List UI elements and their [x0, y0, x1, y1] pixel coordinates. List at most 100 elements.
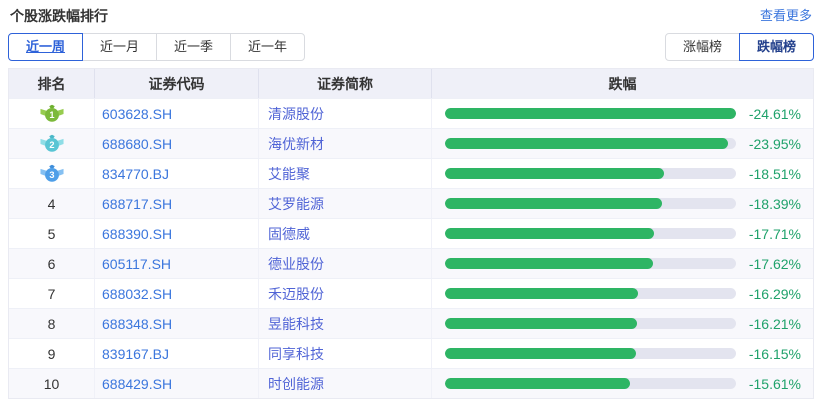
rank-number: 9 — [9, 339, 95, 368]
stock-name-link[interactable]: 艾能聚 — [259, 159, 432, 188]
tab-last-month[interactable]: 近一月 — [82, 33, 157, 61]
bar-track — [445, 108, 736, 119]
change-percent: -16.21% — [749, 316, 801, 332]
rank-number: 5 — [9, 219, 95, 248]
bar-track — [445, 378, 736, 389]
stock-code-link[interactable]: 688429.SH — [95, 369, 259, 398]
rank-number: 8 — [9, 309, 95, 338]
rank-number: 4 — [9, 189, 95, 218]
table-row[interactable]: 1 603628.SH 清源股份 -24.61% — [9, 98, 813, 128]
stock-code-link[interactable]: 605117.SH — [95, 249, 259, 278]
stock-name-link[interactable]: 清源股份 — [259, 99, 432, 128]
rank-cell: 1 — [9, 99, 95, 128]
svg-text:3: 3 — [49, 170, 54, 180]
bar-track — [445, 318, 736, 329]
bar-fill — [445, 288, 638, 299]
svg-text:2: 2 — [49, 140, 54, 150]
bar-fill — [445, 348, 636, 359]
table-row[interactable]: 9 839167.BJ 同享科技 -16.15% — [9, 338, 813, 368]
rank-1-medal-icon: 1 — [40, 104, 64, 123]
tab-losers[interactable]: 跌幅榜 — [739, 33, 814, 61]
rank-3-medal-icon: 3 — [40, 164, 64, 183]
table-row[interactable]: 7 688032.SH 禾迈股份 -16.29% — [9, 278, 813, 308]
stock-name-link[interactable]: 昱能科技 — [259, 309, 432, 338]
page-header: 个股涨跌幅排行 查看更多 — [0, 0, 822, 25]
bar-track — [445, 288, 736, 299]
change-percent: -15.61% — [749, 376, 801, 392]
table-row[interactable]: 2 688680.SH 海优新材 -23.95% — [9, 128, 813, 158]
stock-code-link[interactable]: 603628.SH — [95, 99, 259, 128]
bar-fill — [445, 318, 637, 329]
bar-track — [445, 258, 736, 269]
table-row[interactable]: 6 605117.SH 德业股份 -17.62% — [9, 248, 813, 278]
stock-name-link[interactable]: 德业股份 — [259, 249, 432, 278]
table-row[interactable]: 5 688390.SH 固德威 -17.71% — [9, 218, 813, 248]
change-percent: -24.61% — [749, 106, 801, 122]
bar-fill — [445, 378, 630, 389]
stock-code-link[interactable]: 688348.SH — [95, 309, 259, 338]
stock-name-link[interactable]: 同享科技 — [259, 339, 432, 368]
stock-name-link[interactable]: 海优新材 — [259, 129, 432, 158]
bar-fill — [445, 198, 662, 209]
table-body: 1 603628.SH 清源股份 -24.61% 2 688680.SH — [9, 98, 813, 398]
ranking-table: 排名 证券代码 证券简称 跌幅 1 603628.SH 清源股份 -24.61% — [8, 68, 814, 399]
stock-name-link[interactable]: 时创能源 — [259, 369, 432, 398]
table-header-row: 排名 证券代码 证券简称 跌幅 — [9, 69, 813, 98]
bar-fill — [445, 168, 664, 179]
rank-number: 6 — [9, 249, 95, 278]
change-percent: -18.51% — [749, 166, 801, 182]
change-cell: -16.21% — [432, 309, 813, 338]
change-cell: -18.39% — [432, 189, 813, 218]
table-row[interactable]: 3 834770.BJ 艾能聚 -18.51% — [9, 158, 813, 188]
change-percent: -23.95% — [749, 136, 801, 152]
rank-cell: 2 — [9, 129, 95, 158]
bar-track — [445, 138, 736, 149]
change-percent: -17.62% — [749, 256, 801, 272]
stock-code-link[interactable]: 688717.SH — [95, 189, 259, 218]
change-cell: -17.62% — [432, 249, 813, 278]
view-more-link[interactable]: 查看更多 — [760, 7, 812, 25]
svg-text:1: 1 — [49, 110, 54, 120]
change-cell: -15.61% — [432, 369, 813, 398]
bar-track — [445, 198, 736, 209]
tab-gainers[interactable]: 涨幅榜 — [665, 33, 740, 61]
change-cell: -23.95% — [432, 129, 813, 158]
stock-code-link[interactable]: 688032.SH — [95, 279, 259, 308]
bar-fill — [445, 258, 653, 269]
stock-code-link[interactable]: 688680.SH — [95, 129, 259, 158]
bar-fill — [445, 228, 654, 239]
change-cell: -16.15% — [432, 339, 813, 368]
rank-cell: 3 — [9, 159, 95, 188]
stock-code-link[interactable]: 834770.BJ — [95, 159, 259, 188]
bar-track — [445, 168, 736, 179]
change-cell: -16.29% — [432, 279, 813, 308]
stock-name-link[interactable]: 艾罗能源 — [259, 189, 432, 218]
change-percent: -16.29% — [749, 286, 801, 302]
controls-row: 近一周 近一月 近一季 近一年 涨幅榜 跌幅榜 — [8, 33, 814, 61]
table-row[interactable]: 8 688348.SH 昱能科技 -16.21% — [9, 308, 813, 338]
rank-type-tab-group: 涨幅榜 跌幅榜 — [665, 33, 814, 61]
stock-code-link[interactable]: 688390.SH — [95, 219, 259, 248]
tab-last-quarter[interactable]: 近一季 — [156, 33, 231, 61]
bar-track — [445, 228, 736, 239]
header-rank: 排名 — [9, 69, 95, 98]
page-title: 个股涨跌幅排行 — [10, 7, 108, 25]
change-cell: -18.51% — [432, 159, 813, 188]
tab-last-week[interactable]: 近一周 — [8, 33, 83, 61]
stock-code-link[interactable]: 839167.BJ — [95, 339, 259, 368]
bar-track — [445, 348, 736, 359]
change-percent: -18.39% — [749, 196, 801, 212]
table-row[interactable]: 4 688717.SH 艾罗能源 -18.39% — [9, 188, 813, 218]
stock-name-link[interactable]: 固德威 — [259, 219, 432, 248]
rank-number: 7 — [9, 279, 95, 308]
period-tab-group: 近一周 近一月 近一季 近一年 — [8, 33, 305, 61]
table-row[interactable]: 10 688429.SH 时创能源 -15.61% — [9, 368, 813, 398]
tab-last-year[interactable]: 近一年 — [230, 33, 305, 61]
bar-fill — [445, 108, 736, 119]
header-name: 证券简称 — [259, 69, 432, 98]
header-code: 证券代码 — [95, 69, 259, 98]
change-cell: -17.71% — [432, 219, 813, 248]
change-percent: -17.71% — [749, 226, 801, 242]
stock-name-link[interactable]: 禾迈股份 — [259, 279, 432, 308]
change-percent: -16.15% — [749, 346, 801, 362]
